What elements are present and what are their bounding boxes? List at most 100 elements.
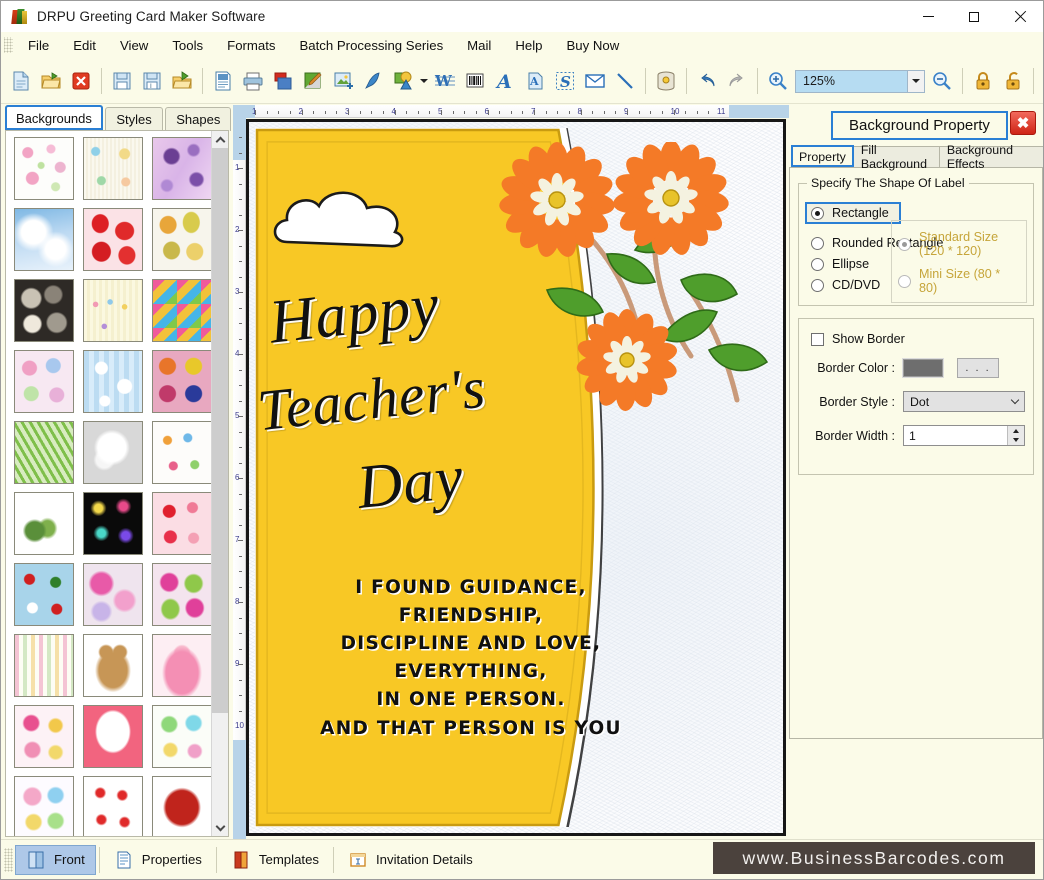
tab-background-effects[interactable]: Background Effects xyxy=(938,143,1043,171)
scroll-up-button[interactable] xyxy=(212,131,228,148)
menu-item-formats[interactable]: Formats xyxy=(215,33,287,58)
database-button[interactable] xyxy=(651,65,681,97)
insert-picture-button[interactable] xyxy=(328,65,358,97)
background-thumbnail[interactable] xyxy=(83,421,143,484)
menu-item-tools[interactable]: Tools xyxy=(160,33,215,58)
background-thumbnail[interactable] xyxy=(83,350,143,413)
background-thumbnail[interactable] xyxy=(152,350,212,413)
redo-button[interactable] xyxy=(722,65,752,97)
background-thumbnail[interactable] xyxy=(83,137,143,200)
background-thumbnail[interactable] xyxy=(14,421,74,484)
horizontal-ruler[interactable]: 1234567891011 xyxy=(233,105,789,118)
border-style-combobox[interactable]: Dot xyxy=(903,391,1025,412)
zoom-level-combobox[interactable]: 125% xyxy=(795,69,925,93)
background-thumbnail[interactable] xyxy=(152,634,212,697)
spinner-down-button[interactable] xyxy=(1008,435,1024,445)
menu-item-view[interactable]: View xyxy=(108,33,160,58)
text-art-button[interactable]: A xyxy=(520,65,550,97)
background-thumbnail[interactable] xyxy=(14,634,74,697)
spinner-up-button[interactable] xyxy=(1008,426,1024,436)
thumbnail-scrollbar[interactable] xyxy=(211,131,228,836)
background-thumbnail[interactable] xyxy=(83,563,143,626)
menu-item-buy-now[interactable]: Buy Now xyxy=(554,33,631,58)
zoom-in-button[interactable] xyxy=(763,65,793,97)
border-color-browse-button[interactable]: . . . xyxy=(957,358,999,378)
tab-property[interactable]: Property xyxy=(791,145,854,167)
background-thumbnail[interactable] xyxy=(83,705,143,768)
align-left-button[interactable] xyxy=(1039,65,1043,97)
statusbar-grip[interactable] xyxy=(4,847,13,872)
background-thumbnail[interactable] xyxy=(14,563,74,626)
menu-item-mail[interactable]: Mail xyxy=(455,33,503,58)
tab-shapes[interactable]: Shapes xyxy=(165,106,232,131)
panel-close-button[interactable]: ✖ xyxy=(1010,111,1036,135)
envelope-button[interactable] xyxy=(580,65,610,97)
barcode-button[interactable] xyxy=(460,65,490,97)
background-thumbnail[interactable] xyxy=(152,208,212,271)
background-thumbnail[interactable] xyxy=(14,208,74,271)
signature-button[interactable]: S xyxy=(550,65,580,97)
tab-styles[interactable]: Styles xyxy=(105,106,163,131)
export-folder-button[interactable] xyxy=(167,65,197,97)
background-thumbnail[interactable] xyxy=(152,563,212,626)
greeting-card-preview[interactable]: Happy Teacher's Day I FOUND GUIDANCE, FR… xyxy=(246,119,786,836)
border-color-swatch[interactable] xyxy=(902,358,944,378)
statusbar-item-invitation-details[interactable]: Invitation Details xyxy=(337,845,484,875)
print-preview-button[interactable] xyxy=(268,65,298,97)
background-thumbnail[interactable] xyxy=(83,776,143,836)
show-border-checkbox[interactable]: Show Border xyxy=(811,332,1025,346)
vertical-ruler[interactable]: 12345678910 xyxy=(233,118,246,840)
statusbar-item-properties[interactable]: Properties xyxy=(103,845,213,875)
tab-fill-background[interactable]: Fill Background xyxy=(852,143,940,171)
undo-button[interactable] xyxy=(692,65,722,97)
radio-standard-size[interactable]: Standard Size (120 * 120) xyxy=(898,230,1020,258)
border-width-spinner[interactable]: 1 xyxy=(903,425,1025,446)
background-thumbnail[interactable] xyxy=(152,705,212,768)
card-verse-block[interactable]: I FOUND GUIDANCE, FRIENDSHIP, DISCIPLINE… xyxy=(271,574,671,743)
radio-mini-size[interactable]: Mini Size (80 * 80) xyxy=(898,267,1020,295)
menu-item-batch-processing-series[interactable]: Batch Processing Series xyxy=(288,33,456,58)
background-image-button[interactable] xyxy=(298,65,328,97)
background-thumbnail[interactable] xyxy=(14,350,74,413)
background-thumbnail[interactable] xyxy=(14,705,74,768)
print-button[interactable] xyxy=(238,65,268,97)
shape-tool-dropdown[interactable] xyxy=(418,65,430,97)
statusbar-item-front[interactable]: Front xyxy=(15,844,96,875)
background-thumbnail[interactable] xyxy=(152,776,212,836)
menu-grip[interactable] xyxy=(4,37,13,53)
line-tool-button[interactable] xyxy=(610,65,640,97)
zoom-dropdown-arrow[interactable] xyxy=(907,70,924,92)
zoom-out-button[interactable] xyxy=(927,65,957,97)
background-thumbnail[interactable] xyxy=(152,492,212,555)
background-thumbnail[interactable] xyxy=(152,279,212,342)
unlock-button[interactable] xyxy=(998,65,1028,97)
statusbar-item-templates[interactable]: Templates xyxy=(220,845,330,875)
background-thumbnail[interactable] xyxy=(83,279,143,342)
tab-backgrounds[interactable]: Backgrounds xyxy=(5,105,103,130)
background-thumbnail[interactable] xyxy=(83,492,143,555)
save-button[interactable] xyxy=(107,65,137,97)
page-setup-button[interactable] xyxy=(208,65,238,97)
close-button[interactable] xyxy=(997,1,1043,32)
minimize-button[interactable] xyxy=(905,1,951,32)
shape-tool-button[interactable] xyxy=(388,65,418,97)
text-tool-button[interactable]: A xyxy=(490,65,520,97)
scroll-down-button[interactable] xyxy=(212,819,228,836)
background-thumbnail[interactable] xyxy=(83,634,143,697)
background-thumbnail[interactable] xyxy=(14,279,74,342)
background-thumbnail[interactable] xyxy=(83,208,143,271)
close-document-button[interactable] xyxy=(66,65,96,97)
background-thumbnail[interactable] xyxy=(152,137,212,200)
menu-item-help[interactable]: Help xyxy=(503,33,554,58)
radio-rectangle[interactable]: Rectangle xyxy=(805,202,901,224)
background-thumbnail[interactable] xyxy=(14,492,74,555)
open-folder-button[interactable] xyxy=(36,65,66,97)
maximize-button[interactable] xyxy=(951,1,997,32)
lock-button[interactable] xyxy=(968,65,998,97)
save-as-button[interactable]: I xyxy=(137,65,167,97)
menu-item-file[interactable]: File xyxy=(16,33,61,58)
background-thumbnail[interactable] xyxy=(14,137,74,200)
background-thumbnail[interactable] xyxy=(152,421,212,484)
background-thumbnail[interactable] xyxy=(14,776,74,836)
scrollbar-thumb[interactable] xyxy=(212,148,228,713)
